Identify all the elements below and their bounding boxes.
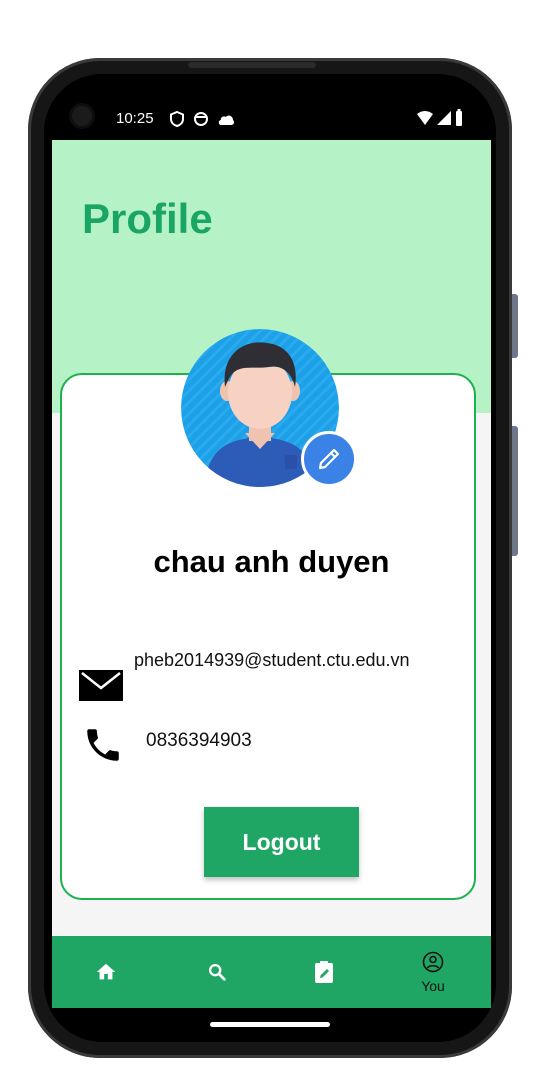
cloud-icon: [218, 115, 235, 125]
nav-item-you[interactable]: You: [393, 936, 473, 1008]
nav-label-you: You: [421, 978, 445, 994]
nav-item-home[interactable]: [66, 936, 146, 1008]
volume-button: [512, 294, 518, 358]
profile-phone: 0836394903: [146, 730, 252, 751]
app-screen: Profile chau anh duyen pheb2014939@stude…: [52, 140, 491, 1008]
battery-icon: [456, 109, 462, 126]
page-title: Profile: [82, 195, 213, 242]
email-icon: [79, 670, 123, 701]
gesture-home-bar[interactable]: [210, 1022, 330, 1027]
clipboard-edit-icon: [315, 961, 333, 983]
nav-item-search[interactable]: [177, 936, 257, 1008]
signal-icon: [437, 111, 451, 125]
phone-icon: [87, 729, 119, 761]
sync-icon: [194, 112, 208, 126]
bottom-navigation: You: [52, 936, 491, 1008]
nav-item-tasks[interactable]: [284, 936, 364, 1008]
pencil-icon: [318, 448, 340, 470]
wifi-icon: [417, 111, 433, 125]
account-circle-icon: [422, 951, 444, 973]
home-icon: [96, 963, 116, 980]
logout-button[interactable]: Logout: [204, 807, 359, 877]
status-bar: 10:25: [52, 100, 491, 140]
edit-avatar-button[interactable]: [301, 431, 357, 487]
profile-name: chau anh duyen: [153, 544, 390, 579]
search-icon: [208, 963, 226, 981]
status-time: 10:25: [116, 110, 154, 127]
profile-email: pheb2014939@student.ctu.edu.vn: [134, 650, 410, 670]
vpn-shield-icon: [170, 110, 184, 128]
speaker-grille: [188, 62, 316, 68]
power-button: [512, 426, 518, 556]
